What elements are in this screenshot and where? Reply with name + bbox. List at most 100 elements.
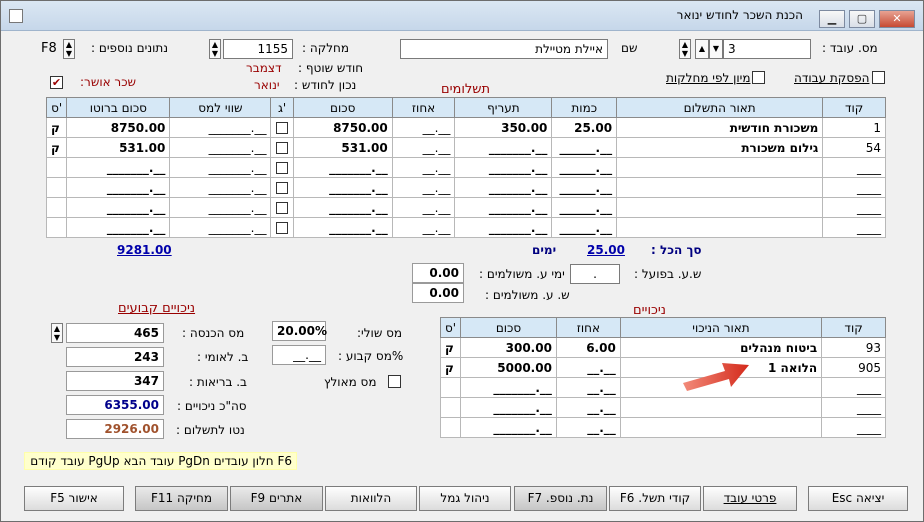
payment-value-tax-cell[interactable]: _______.__ — [169, 157, 272, 178]
payment-rate-cell[interactable]: 350.00 — [454, 117, 553, 138]
payment-value-tax-cell[interactable]: _______.__ — [169, 177, 272, 198]
payment-codes-button[interactable]: קודי תשל. F6 — [609, 486, 701, 511]
payment-desc-cell[interactable]: גילום משכורת — [616, 137, 824, 158]
deduction-pct-cell[interactable]: 6.00 — [555, 337, 621, 358]
g-checkbox[interactable] — [276, 122, 289, 134]
payment-row[interactable]: _______.__ _______.__ _______.__ __.__ _____… — [45, 197, 886, 218]
fixed-tax-input[interactable]: __.__ — [272, 345, 326, 365]
payment-pct-cell[interactable]: __.__ — [391, 217, 456, 238]
next-employee-arrow-icon[interactable]: ▼ — [709, 39, 723, 59]
payment-g-cell[interactable] — [270, 117, 294, 138]
payment-gross-cell[interactable]: _______.__ — [66, 217, 171, 238]
employee-details-button[interactable]: פרטי עובד — [703, 486, 797, 511]
payment-gross-cell[interactable]: _______.__ — [66, 197, 171, 218]
payment-g-cell[interactable] — [270, 177, 294, 198]
payment-qty-cell[interactable]: ______.__ — [551, 197, 618, 218]
sort-by-dept-checkbox[interactable] — [752, 71, 765, 84]
g-checkbox[interactable] — [276, 222, 289, 234]
payment-row[interactable]: _______.__ _______.__ _______.__ __.__ _____… — [45, 217, 886, 238]
payment-s-cell[interactable] — [45, 197, 68, 218]
deduction-code-cell[interactable]: 93 — [821, 337, 886, 358]
payment-gross-cell[interactable]: 8750.00 — [66, 117, 171, 138]
g-checkbox[interactable] — [276, 162, 289, 174]
payment-code-cell[interactable]: ____ — [822, 197, 886, 218]
payment-qty-cell[interactable]: ______.__ — [551, 157, 618, 178]
exit-button[interactable]: יציאה Esc — [808, 486, 908, 511]
deduction-amount-cell[interactable]: _______.__ — [460, 397, 557, 418]
deduction-pct-cell[interactable]: __.__ — [555, 357, 621, 378]
payment-amount-cell[interactable]: _______.__ — [292, 217, 393, 238]
g-checkbox[interactable] — [276, 202, 289, 214]
payment-pct-cell[interactable]: __.__ — [391, 157, 456, 178]
payment-pct-cell[interactable]: __.__ — [391, 177, 456, 198]
payment-desc-cell[interactable] — [616, 217, 824, 238]
delete-button[interactable]: מחיקה F11 — [135, 486, 228, 511]
payment-s-cell[interactable] — [45, 157, 68, 178]
deduction-code-cell[interactable]: ____ — [821, 417, 886, 438]
payment-amount-cell[interactable]: 8750.00 — [292, 117, 393, 138]
deduction-desc-cell[interactable] — [619, 397, 823, 418]
payment-g-cell[interactable] — [270, 157, 294, 178]
deduction-row[interactable]: _______.__ __.__ ____ — [439, 377, 886, 398]
warnings-button[interactable]: אתרים F9 — [230, 486, 323, 511]
payment-value-tax-cell[interactable]: _______.__ — [169, 117, 272, 138]
g-checkbox[interactable] — [276, 142, 289, 154]
payment-rate-cell[interactable]: _______.__ — [454, 217, 553, 238]
deduction-s-cell[interactable] — [439, 417, 462, 438]
payment-code-cell[interactable]: 1 — [822, 117, 886, 138]
payment-row[interactable]: _______.__ _______.__ _______.__ __.__ _____… — [45, 177, 886, 198]
payment-value-tax-cell[interactable]: _______.__ — [169, 137, 272, 158]
deduction-amount-cell[interactable]: _______.__ — [460, 377, 557, 398]
deduction-amount-cell[interactable]: _______.__ — [460, 417, 557, 438]
deduction-row[interactable]: _______.__ __.__ ____ — [439, 397, 886, 418]
department-spin-icon[interactable]: ▲ ▼ — [209, 39, 221, 59]
payment-rate-cell[interactable]: _______.__ — [454, 157, 553, 178]
payment-code-cell[interactable]: ____ — [822, 157, 886, 178]
payment-pct-cell[interactable]: __.__ — [391, 137, 456, 158]
payment-rate-cell[interactable]: _______.__ — [454, 137, 553, 158]
deduction-row[interactable]: _______.__ __.__ ____ — [439, 417, 886, 438]
deduction-amount-cell[interactable]: 5000.00 — [460, 357, 557, 378]
payment-s-cell[interactable] — [45, 177, 68, 198]
payment-value-tax-cell[interactable]: _______.__ — [169, 197, 272, 218]
loans-button[interactable]: הלוואות — [325, 486, 417, 511]
payment-gross-cell[interactable]: 531.00 — [66, 137, 171, 158]
payment-gross-cell[interactable]: _______.__ — [66, 157, 171, 178]
payment-qty-cell[interactable]: ______.__ — [551, 137, 618, 158]
name-input[interactable]: איילת מטיילת — [400, 39, 608, 59]
employee-no-input[interactable]: 3 — [723, 39, 811, 59]
deduction-desc-cell[interactable]: ביטוח מנהלים — [619, 337, 823, 358]
g-checkbox[interactable] — [276, 182, 289, 194]
payment-row[interactable]: _______.__ _______.__ _______.__ __.__ _____… — [45, 157, 886, 178]
payment-gross-cell[interactable]: _______.__ — [66, 177, 171, 198]
payment-amount-cell[interactable]: _______.__ — [292, 177, 393, 198]
payment-s-cell[interactable] — [45, 217, 68, 238]
deduction-s-cell[interactable]: ק — [439, 337, 462, 358]
payment-qty-cell[interactable]: ______.__ — [551, 217, 618, 238]
income-tax-spin-icon[interactable]: ▲ ▼ — [51, 323, 63, 343]
actual-work-days-input[interactable]: . — [570, 264, 620, 284]
deduction-pct-cell[interactable]: __.__ — [555, 417, 621, 438]
deduction-desc-cell[interactable] — [619, 417, 823, 438]
deduction-pct-cell[interactable]: __.__ — [555, 397, 621, 418]
department-input[interactable]: 1155 — [223, 39, 293, 59]
payment-amount-cell[interactable]: _______.__ — [292, 157, 393, 178]
deduction-code-cell[interactable]: 905 — [821, 357, 886, 378]
extra-data-button[interactable]: נת. נוספ. F7 — [514, 486, 607, 511]
maximize-button[interactable]: ▢ — [849, 10, 875, 28]
payment-code-cell[interactable]: ____ — [822, 217, 886, 238]
payment-g-cell[interactable] — [270, 217, 294, 238]
deduction-row[interactable]: ק 300.00 6.00 ביטוח מנהלים 93 — [439, 337, 886, 358]
extra-data-spin-icon[interactable]: ▲ ▼ — [63, 39, 75, 59]
payment-g-cell[interactable] — [270, 137, 294, 158]
confirm-button[interactable]: אישור F5 — [24, 486, 124, 511]
payment-row[interactable]: ק 531.00 _______.__ 531.00 __.__ _______.__ __… — [45, 137, 886, 158]
payment-pct-cell[interactable]: __.__ — [391, 197, 456, 218]
prev-employee-arrow-icon[interactable]: ▲ — [695, 39, 709, 59]
close-button[interactable]: ✕ — [879, 10, 915, 28]
work-stop-checkbox[interactable] — [872, 71, 885, 84]
payment-desc-cell[interactable] — [616, 177, 824, 198]
deduction-s-cell[interactable] — [439, 377, 462, 398]
payment-amount-cell[interactable]: _______.__ — [292, 197, 393, 218]
approved-salary-checkbox[interactable]: ✔ — [50, 76, 63, 89]
